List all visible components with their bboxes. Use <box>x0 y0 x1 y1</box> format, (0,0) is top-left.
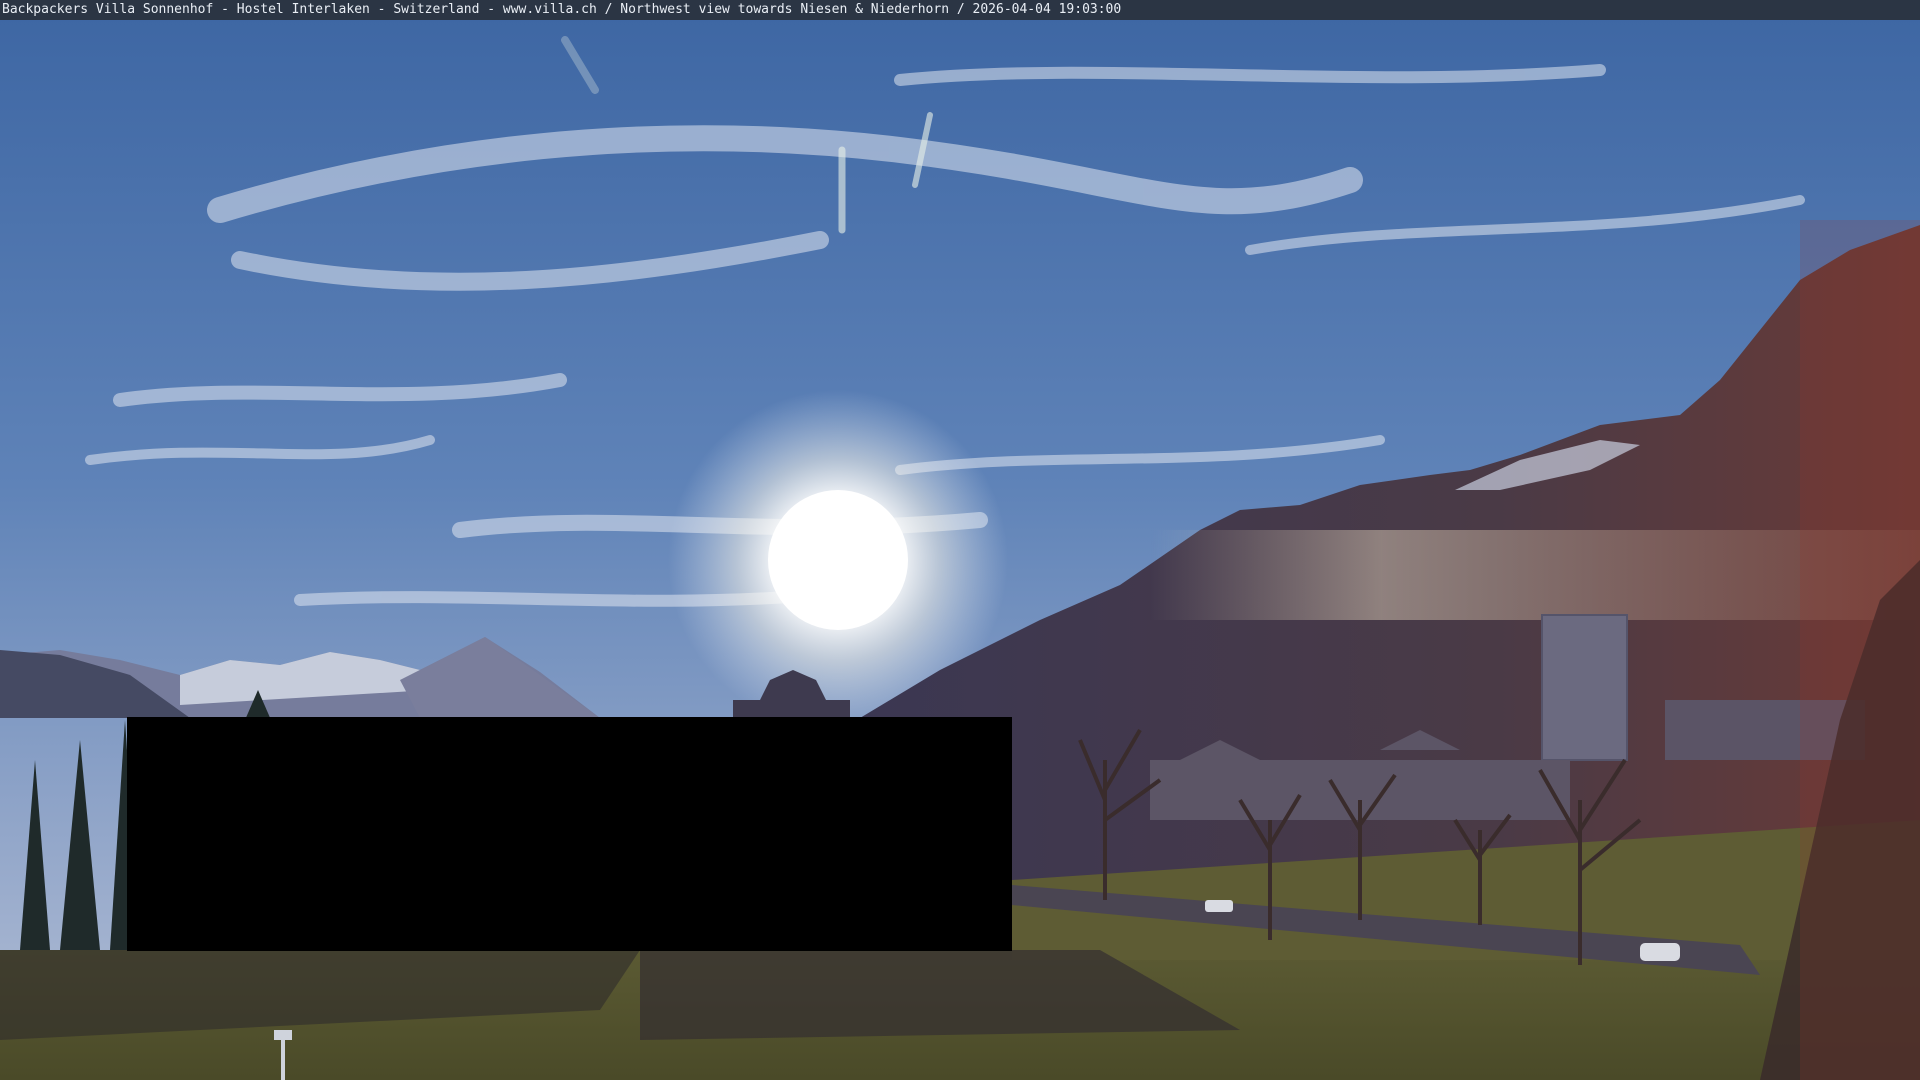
webcam-frame: Backpackers Villa Sonnenhof - Hostel Int… <box>0 0 1920 1080</box>
tower-building <box>1542 615 1627 760</box>
redaction-block <box>127 717 1012 951</box>
webcam-caption: Backpackers Villa Sonnenhof - Hostel Int… <box>0 0 1920 20</box>
